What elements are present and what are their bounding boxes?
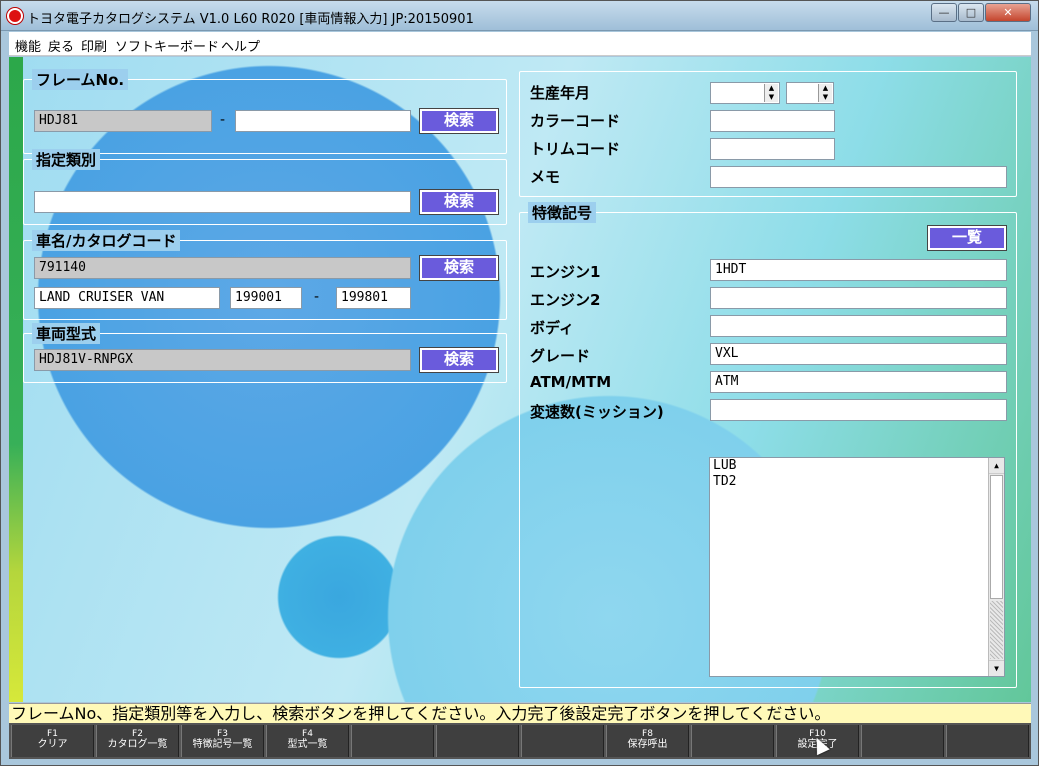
scroll-down-arrow-icon[interactable]: ▼	[989, 660, 1004, 676]
fkey-f6-empty[interactable]	[436, 725, 519, 757]
shitei-title: 指定類別	[32, 149, 101, 170]
frame-no-title: フレームNo.	[32, 69, 129, 90]
maximize-button[interactable]: □	[958, 3, 984, 22]
car-name-group: 車名/カタログコード 791140 検索 LAND CRUISER VAN 19…	[23, 230, 507, 320]
status-message: フレームNo、指定類別等を入力し、検索ボタンを押してください。入力完了後設定完了…	[9, 703, 1031, 723]
grade-label: グレード	[530, 347, 591, 365]
function-key-bar: F1 クリア F2 カタログ一覧 F3 特徴記号一覧 F4 型式一覧 F8 保存呼出 F1…	[9, 723, 1031, 759]
color-code-label: カラーコード	[530, 112, 621, 130]
features-title: 特徴記号	[528, 202, 597, 223]
model-title: 車両型式	[32, 323, 101, 344]
engine2-input[interactable]	[710, 287, 1007, 309]
grade-input[interactable]: VXL	[710, 343, 1007, 365]
car-name-input[interactable]: LAND CRUISER VAN	[34, 287, 220, 309]
fkey-label: クリア	[37, 739, 68, 750]
fkey-f12-empty[interactable]	[946, 725, 1029, 757]
fkey-f7-empty[interactable]	[521, 725, 604, 757]
frame-no-search-button[interactable]: 検索	[419, 108, 499, 134]
engine1-label: エンジン1	[530, 263, 601, 281]
listbox-scrollbar[interactable]: ▲ ▼	[988, 458, 1004, 676]
fkey-number: F3	[217, 729, 228, 739]
period-to-input[interactable]: 199801	[336, 287, 411, 309]
scroll-up-arrow-icon[interactable]: ▲	[989, 458, 1004, 474]
left-accent-strip	[9, 57, 23, 702]
frame-no-dash: -	[220, 112, 226, 128]
app-window: トヨタ電子カタログシステム V1.0 L60 R020 [車両情報入力] JP:…	[0, 0, 1039, 766]
model-group: 車両型式 HDJ81V-RNPGX 検索	[23, 323, 507, 383]
menu-help[interactable]: ヘルプ	[221, 36, 260, 55]
fkey-f4-model-list[interactable]: F4 型式一覧	[266, 725, 349, 757]
scroll-thumb[interactable]	[990, 475, 1003, 599]
menu-print[interactable]: 印刷	[81, 36, 107, 55]
menu-kinou[interactable]: 機能	[15, 36, 41, 55]
production-month-spinner[interactable]: ▲ ▼	[786, 82, 834, 104]
list-item[interactable]: LUB	[710, 458, 1004, 474]
fkey-number: F1	[47, 729, 58, 739]
memo-label: メモ	[530, 168, 561, 186]
spinner-arrows-icon[interactable]: ▲ ▼	[764, 84, 778, 102]
menu-soft-keyboard[interactable]: ソフトキーボード	[115, 36, 219, 55]
gears-input[interactable]	[710, 399, 1007, 421]
menu-bar: 機能 戻る 印刷 ソフトキーボード ヘルプ	[9, 32, 1031, 56]
body-label: ボディ	[530, 319, 574, 337]
fkey-f5-empty[interactable]	[351, 725, 434, 757]
fkey-number: F8	[642, 729, 653, 739]
fkey-number: F4	[302, 729, 313, 739]
car-name-title: 車名/カタログコード	[32, 230, 181, 251]
fkey-label: 保存呼出	[627, 739, 668, 750]
fkey-f1-clear[interactable]: F1 クリア	[11, 725, 94, 757]
model-input[interactable]: HDJ81V-RNPGX	[34, 349, 411, 371]
shitei-search-button[interactable]: 検索	[419, 189, 499, 215]
close-button[interactable]: ✕	[985, 3, 1031, 22]
memo-input[interactable]	[710, 166, 1007, 188]
body-input[interactable]	[710, 315, 1007, 337]
scroll-track[interactable]	[990, 601, 1003, 659]
shitei-input[interactable]	[34, 191, 411, 213]
list-item[interactable]: TD2	[710, 474, 1004, 490]
atm-mtm-label: ATM/MTM	[530, 373, 612, 391]
production-group: 生産年月 ▲ ▼ ▲ ▼ カラーコード トリムコード メモ	[519, 71, 1017, 197]
toyota-logo-icon	[7, 8, 23, 24]
production-label: 生産年月	[530, 84, 591, 102]
engine1-input[interactable]: 1HDT	[710, 259, 1007, 281]
trim-code-input[interactable]	[710, 138, 835, 160]
catalog-code-input[interactable]: 791140	[34, 257, 411, 279]
atm-mtm-input[interactable]: ATM	[710, 371, 1007, 393]
frame-no-group: フレームNo. HDJ81 - 検索	[23, 69, 507, 154]
fkey-f8-save-load[interactable]: F8 保存呼出	[606, 725, 689, 757]
color-code-input[interactable]	[710, 110, 835, 132]
spinner-arrows-icon[interactable]: ▲ ▼	[818, 84, 832, 102]
car-name-search-button[interactable]: 検索	[419, 255, 499, 281]
shitei-group: 指定類別 検索	[23, 149, 507, 225]
fkey-label: 特徴記号一覧	[192, 739, 253, 750]
fkey-f2-catalog-list[interactable]: F2 カタログ一覧	[96, 725, 179, 757]
title-bar: トヨタ電子カタログシステム V1.0 L60 R020 [車両情報入力] JP:…	[1, 1, 1038, 31]
gears-label: 変速数(ミッション)	[530, 403, 664, 421]
engine2-label: エンジン2	[530, 291, 601, 309]
minimize-button[interactable]: —	[931, 3, 957, 22]
fkey-f9-empty[interactable]	[691, 725, 774, 757]
features-list-button[interactable]: 一覧	[927, 225, 1007, 251]
menu-back[interactable]: 戻る	[48, 36, 74, 55]
window-title: トヨタ電子カタログシステム V1.0 L60 R020 [車両情報入力] JP:…	[27, 12, 474, 27]
frame-no-input-2[interactable]	[235, 110, 411, 132]
production-year-spinner[interactable]: ▲ ▼	[710, 82, 780, 104]
fkey-label: カタログ一覧	[107, 739, 168, 750]
model-search-button[interactable]: 検索	[419, 347, 499, 373]
frame-no-input-1[interactable]: HDJ81	[34, 110, 212, 132]
period-from-input[interactable]: 199001	[230, 287, 302, 309]
fkey-number: F2	[132, 729, 143, 739]
feature-code-listbox[interactable]: LUB TD2 ▲ ▼	[709, 457, 1005, 677]
period-dash: -	[314, 289, 320, 305]
trim-code-label: トリムコード	[530, 140, 621, 158]
fkey-f11-empty[interactable]	[861, 725, 944, 757]
fkey-label: 型式一覧	[287, 739, 328, 750]
main-panel: フレームNo. HDJ81 - 検索 指定類別 検索 車名/カタログコード 79…	[9, 57, 1031, 702]
fkey-f3-feature-list[interactable]: F3 特徴記号一覧	[181, 725, 264, 757]
